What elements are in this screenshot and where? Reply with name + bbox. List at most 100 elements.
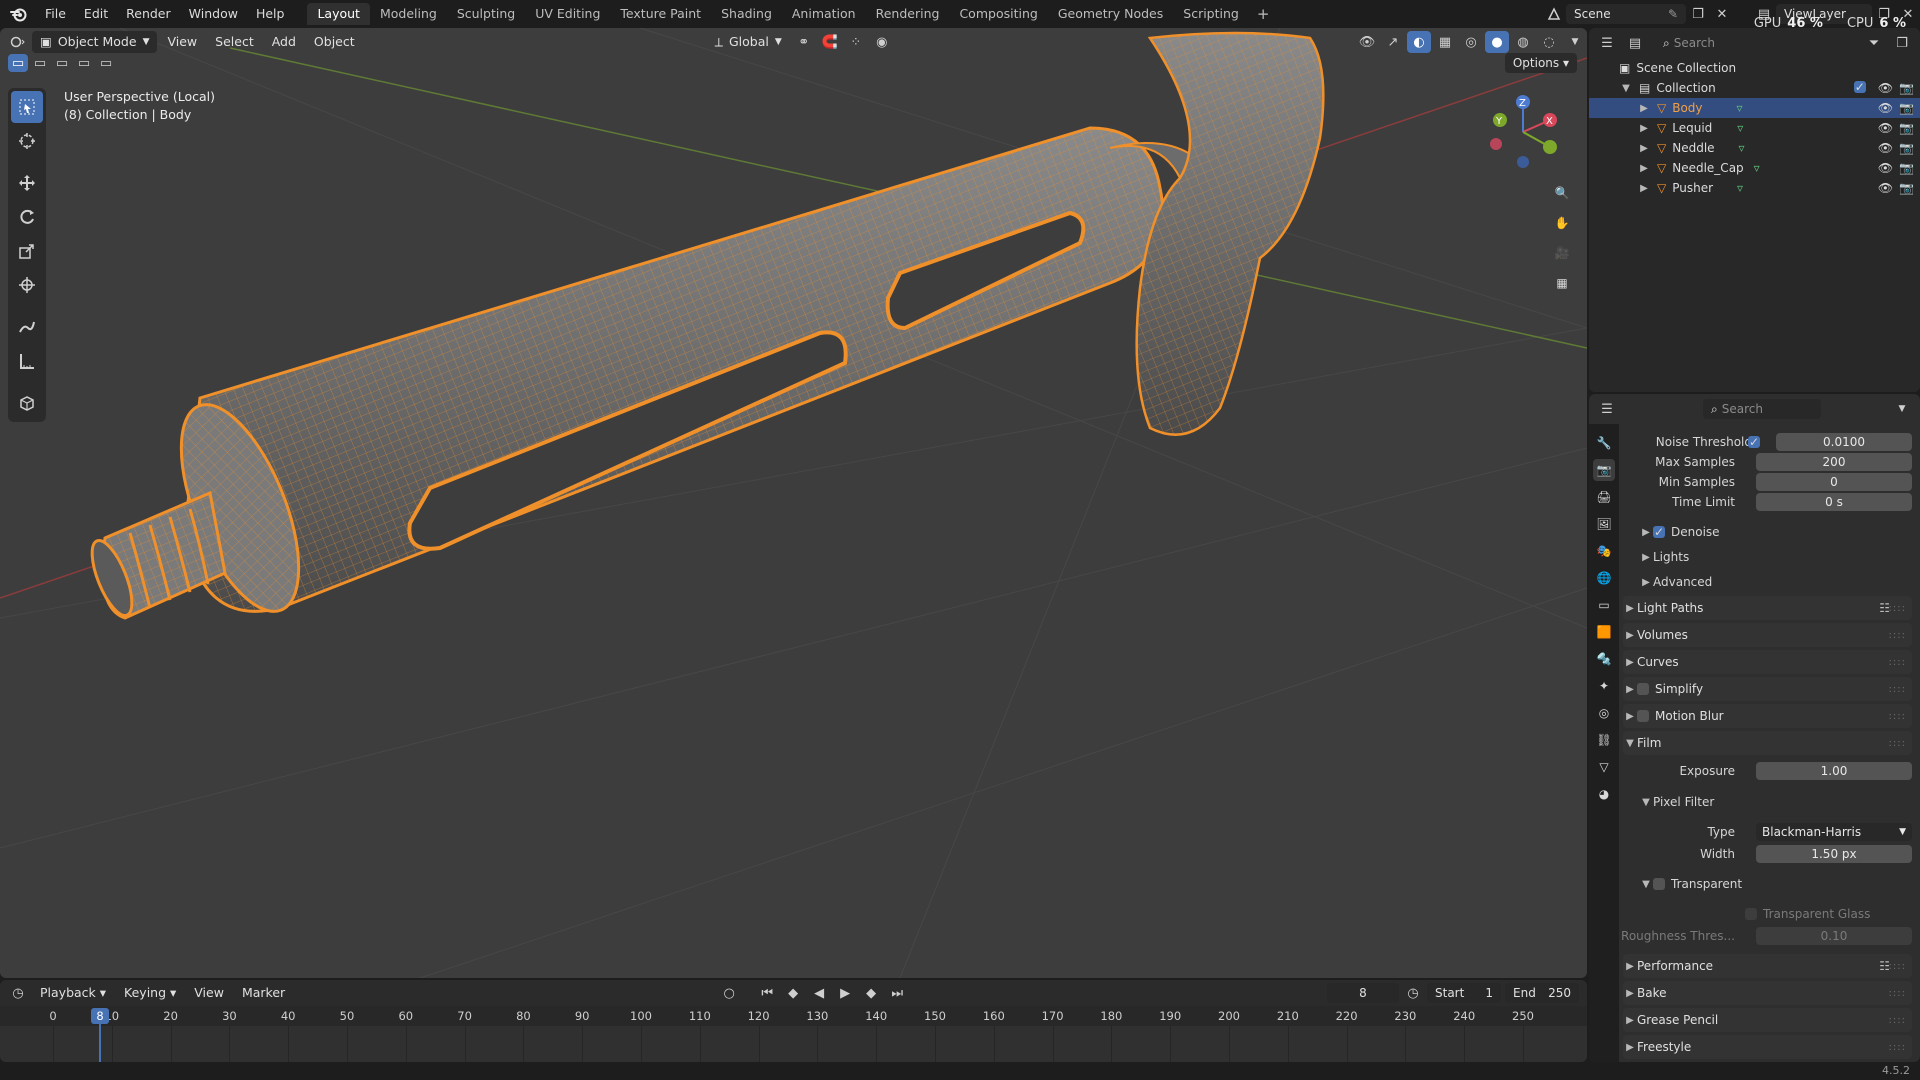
max-samples-field[interactable]: 200 xyxy=(1756,453,1912,471)
menu-view[interactable]: View xyxy=(159,31,205,53)
drag-handle-icon[interactable]: :::: xyxy=(1889,1042,1906,1053)
xray-toggle-icon[interactable]: ▦ xyxy=(1433,31,1457,53)
drag-handle-icon[interactable]: :::: xyxy=(1889,1015,1906,1026)
outliner-row-pusher[interactable]: ▶ ▽ Pusher ▿ 👁 📷 xyxy=(1589,178,1920,198)
snap-icon[interactable]: 🧲 xyxy=(818,31,842,53)
eye-icon[interactable]: 👁 xyxy=(1878,181,1893,195)
select-subtract-icon[interactable]: ▭ xyxy=(52,54,72,72)
rotate-tool-icon[interactable] xyxy=(11,201,43,233)
delete-scene-icon[interactable]: ✕ xyxy=(1710,3,1734,25)
cursor-tool-icon[interactable] xyxy=(11,125,43,157)
menu-keying[interactable]: Keying ▾ xyxy=(116,982,184,1004)
properties-search-input[interactable]: ⌕ Search xyxy=(1703,399,1821,419)
constraints-tab-icon[interactable]: ⛓ xyxy=(1593,729,1615,751)
select-extend-icon[interactable]: ▭ xyxy=(30,54,50,72)
drag-handle-icon[interactable]: :::: xyxy=(1889,684,1906,695)
timeline-ruler[interactable]: 0 10 20 30 40 50 60 70 80 90 100 110 120 130 140 150 160… xyxy=(0,1006,1587,1026)
viewport-scene[interactable] xyxy=(0,28,1587,978)
freestyle-panel[interactable]: ▶ Freestyle :::: xyxy=(1623,1035,1912,1059)
eye-icon[interactable]: 👁 xyxy=(1878,101,1893,115)
menu-select[interactable]: Select xyxy=(207,31,262,53)
volumes-panel[interactable]: ▶ Volumes :::: xyxy=(1623,623,1912,647)
menu-marker[interactable]: Marker xyxy=(234,982,293,1004)
navigation-gizmo[interactable]: Z X Y xyxy=(1483,92,1563,172)
min-samples-field[interactable]: 0 xyxy=(1756,473,1912,491)
motion-blur-checkbox[interactable] xyxy=(1637,710,1649,722)
curves-panel[interactable]: ▶ Curves :::: xyxy=(1623,650,1912,674)
new-scene-icon[interactable]: ❐ xyxy=(1686,3,1710,25)
lights-subpanel[interactable]: ▶ Lights xyxy=(1623,547,1912,567)
display-mode-icon[interactable]: ▤ xyxy=(1623,32,1647,54)
drag-handle-icon[interactable]: :::: xyxy=(1889,711,1906,722)
menu-object[interactable]: Object xyxy=(306,31,363,53)
outliner-row-body[interactable]: ▶ ▽ Body ▿ 👁 📷 xyxy=(1589,98,1920,118)
auto-keying-icon[interactable]: ○ xyxy=(717,982,741,1004)
filter-type-dropdown[interactable]: Blackman-Harris ▼ xyxy=(1756,823,1912,841)
transparent-glass-checkbox[interactable] xyxy=(1745,908,1757,920)
drag-handle-icon[interactable]: :::: xyxy=(1889,988,1906,999)
jump-start-icon[interactable]: ⏮ xyxy=(755,982,779,1004)
collection-row[interactable]: ▼ ▤ Collection ✓ 👁 📷 xyxy=(1589,78,1920,98)
timeline-editor-type-icon[interactable]: ◷ xyxy=(6,982,30,1004)
prev-keyframe-icon[interactable]: ◆ xyxy=(781,982,805,1004)
chevron-down-icon[interactable]: ▼ xyxy=(1890,398,1914,420)
scene-icon[interactable] xyxy=(1542,3,1566,25)
menu-render[interactable]: Render xyxy=(117,3,180,25)
transform-orientation-dropdown[interactable]: ⟂ Global ▼ xyxy=(707,31,790,53)
tab-scripting[interactable]: Scripting xyxy=(1173,3,1249,25)
gizmo-toggle-icon[interactable]: ↗ xyxy=(1381,31,1405,53)
particles-tab-icon[interactable]: ✦ xyxy=(1593,675,1615,697)
options-dropdown[interactable]: Options ▾ xyxy=(1504,53,1577,73)
camera-view-icon[interactable]: 🎥 xyxy=(1547,238,1577,268)
tab-animation[interactable]: Animation xyxy=(782,3,866,25)
pan-hand-icon[interactable]: ✋ xyxy=(1547,208,1577,238)
object-mode-dropdown[interactable]: ▣ Object Mode ▼ xyxy=(32,31,158,53)
syringe-body-model[interactable] xyxy=(84,31,1325,627)
tab-modeling[interactable]: Modeling xyxy=(370,3,447,25)
menu-help[interactable]: Help xyxy=(247,3,294,25)
drag-handle-icon[interactable]: :::: xyxy=(1889,738,1906,749)
menu-timeline-view[interactable]: View xyxy=(186,982,232,1004)
simplify-panel[interactable]: ▶ Simplify :::: xyxy=(1623,677,1912,701)
camera-icon[interactable]: 📷 xyxy=(1899,161,1914,175)
eye-icon[interactable]: 👁 xyxy=(1878,161,1893,175)
collection-tab-icon[interactable]: ▭ xyxy=(1593,594,1615,616)
bake-panel[interactable]: ▶ Bake :::: xyxy=(1623,981,1912,1005)
outliner-editor-type-icon[interactable]: ☰ xyxy=(1595,32,1619,54)
simplify-checkbox[interactable] xyxy=(1637,683,1649,695)
preview-range-icon[interactable]: ◷ xyxy=(1401,982,1425,1004)
material-tab-icon[interactable]: ◕ xyxy=(1593,783,1615,805)
tab-sculpting[interactable]: Sculpting xyxy=(447,3,525,25)
annotate-tool-icon[interactable] xyxy=(11,311,43,343)
advanced-subpanel[interactable]: ▶ Advanced xyxy=(1623,572,1912,592)
noise-threshold-field[interactable]: 0.0100 xyxy=(1776,433,1912,451)
tab-compositing[interactable]: Compositing xyxy=(949,3,1047,25)
menu-playback[interactable]: Playback ▾ xyxy=(32,982,114,1004)
perspective-toggle-icon[interactable]: ▦ xyxy=(1547,268,1577,298)
camera-icon[interactable]: 📷 xyxy=(1899,121,1914,135)
render-tab-icon[interactable]: 📷 xyxy=(1593,459,1615,481)
drag-handle-icon[interactable]: :::: xyxy=(1889,630,1906,641)
data-tab-icon[interactable]: ▽ xyxy=(1593,756,1615,778)
collection-exclude-checkbox[interactable]: ✓ xyxy=(1853,80,1866,94)
playhead[interactable]: 8 xyxy=(91,1008,110,1024)
measure-tool-icon[interactable] xyxy=(11,345,43,377)
zoom-icon[interactable]: 🔍 xyxy=(1547,178,1577,208)
object-tab-icon[interactable]: 🟧 xyxy=(1593,621,1615,643)
drag-handle-icon[interactable]: :::: xyxy=(1889,603,1906,614)
rendered-shading-icon[interactable]: ◌ xyxy=(1537,31,1561,53)
camera-icon[interactable]: 📷 xyxy=(1899,181,1914,195)
tab-uv-editing[interactable]: UV Editing xyxy=(525,3,610,25)
filter-width-field[interactable]: 1.50 px xyxy=(1756,845,1912,863)
chevron-right-icon[interactable]: ▶ xyxy=(1637,143,1651,154)
solid-shading-icon[interactable]: ● xyxy=(1485,31,1509,53)
exposure-field[interactable]: 1.00 xyxy=(1756,762,1912,780)
outliner-row-lequid[interactable]: ▶ ▽ Lequid ▿ 👁 📷 xyxy=(1589,118,1920,138)
next-keyframe-icon[interactable]: ◆ xyxy=(859,982,883,1004)
material-shading-icon[interactable]: ◍ xyxy=(1511,31,1535,53)
tab-rendering[interactable]: Rendering xyxy=(866,3,950,25)
tool-tab-icon[interactable]: 🔧 xyxy=(1593,432,1615,454)
chevron-right-icon[interactable]: ▶ xyxy=(1637,183,1651,194)
editor-type-icon[interactable] xyxy=(6,31,30,53)
drag-handle-icon[interactable]: :::: xyxy=(1889,961,1906,972)
